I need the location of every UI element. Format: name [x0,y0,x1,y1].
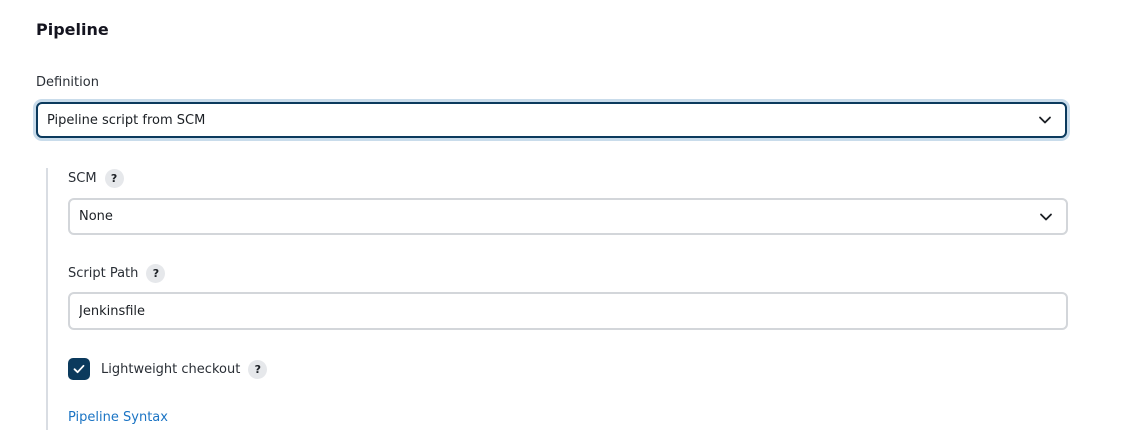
script-path-input[interactable] [68,292,1068,330]
scm-label-row: SCM ? [68,169,124,188]
chevron-down-icon [1025,104,1065,136]
lightweight-checkout-label: Lightweight checkout [101,361,241,377]
lightweight-checkout-help-icon[interactable]: ? [248,359,268,379]
scm-select[interactable]: None [68,198,1068,235]
scm-label: SCM [68,171,97,186]
nested-section-divider [46,168,48,430]
lightweight-checkout-checkbox[interactable] [68,358,90,380]
chevron-down-icon [1026,200,1066,233]
script-path-label-row: Script Path ? [68,264,166,283]
definition-selected-value: Pipeline script from SCM [47,112,206,128]
scm-selected-value: None [79,209,113,224]
checkmark-icon [73,364,85,374]
section-title: Pipeline [36,20,109,39]
definition-label: Definition [36,75,99,90]
script-path-label: Script Path [68,266,139,281]
lightweight-checkout-row: Lightweight checkout ? [68,358,268,380]
pipeline-config-page: Pipeline Definition Pipeline script from… [0,0,1131,440]
scm-help-icon[interactable]: ? [104,169,124,188]
pipeline-syntax-link[interactable]: Pipeline Syntax [68,410,168,425]
script-path-help-icon[interactable]: ? [146,264,166,283]
definition-select[interactable]: Pipeline script from SCM [36,102,1067,138]
